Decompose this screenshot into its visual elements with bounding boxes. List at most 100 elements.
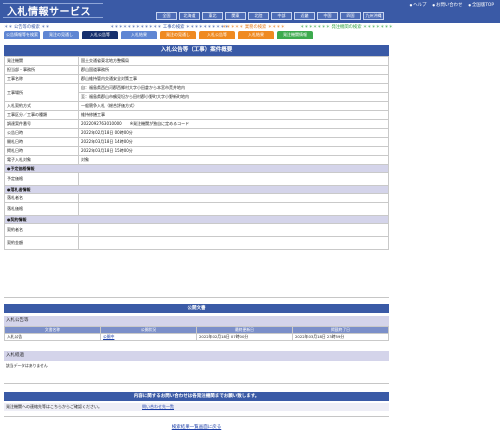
region-hokkaido[interactable]: 北海道 xyxy=(179,12,200,20)
region-tabs: 全国 北海道 東北 関東 北陸 中部 近畿 中国 四国 九州沖縄 xyxy=(156,12,384,20)
table-row: 開札日時 2022年03月18日 14時00分 xyxy=(4,137,389,147)
row-value: 対象 xyxy=(78,155,389,165)
row-label: 掲札日時 xyxy=(4,146,79,156)
section-header: ●契約情報 xyxy=(4,215,389,224)
row-label: 落札者名 xyxy=(4,193,79,203)
row-label: 工事場所 xyxy=(4,83,79,102)
row-label: 電子入札対象 xyxy=(4,155,79,165)
tab-agency-info[interactable]: 発注機関情報 xyxy=(277,31,313,39)
announcement-subhead: 入札公告等 xyxy=(4,316,389,326)
row-value: 一般競争入札（総合評価方式） xyxy=(78,101,389,111)
case-summary: 入札公告等（工事）案件概要 発注機関 国土交通省東北地方整備局 担当部・事務所 … xyxy=(4,45,389,250)
row-value xyxy=(78,172,389,186)
tab-service-result[interactable]: 入札結果 xyxy=(238,31,274,39)
section-contract: ●契約情報 xyxy=(4,215,389,224)
doc-status-cell: 公開中 xyxy=(100,333,197,341)
table-row: 掲札日時 2022年03月18日 15時00分 xyxy=(4,146,389,156)
region-kanto[interactable]: 関東 xyxy=(225,12,246,20)
table-row: 落札者名 xyxy=(4,193,389,203)
region-chubu[interactable]: 中部 xyxy=(271,12,292,20)
contact-row: 発注機関への連絡先等はこちらからご確認ください。 問い合わせ先一覧 xyxy=(4,403,389,411)
back-to-results-link[interactable]: 検索結果一覧画面に戻る xyxy=(4,424,389,430)
doc-name: 入札公告 xyxy=(4,333,101,341)
site-logo[interactable]: 入札情報サービス xyxy=(3,3,103,18)
documents-table: 文書名称 公開状況 最終更新日 掲載終了日 入札公告 公開中 2022年02月1… xyxy=(4,326,389,341)
national-top-link[interactable]: 全国版TOP xyxy=(468,2,494,8)
col-header: 公開状況 xyxy=(100,326,197,334)
region-tohoku[interactable]: 東北 xyxy=(202,12,223,20)
section-schedule-price: ●予定価格情報 xyxy=(4,164,389,173)
tab-construction-result[interactable]: 入札結果 xyxy=(121,31,157,39)
row-label: 予定価格 xyxy=(4,172,79,186)
row-value xyxy=(78,236,389,250)
section-header: ●予定価格情報 xyxy=(4,164,389,173)
divider xyxy=(4,416,389,417)
table-row: 担当部・事務所 郡山国道事務所 xyxy=(4,65,389,75)
tab-service-forecast[interactable]: 発注の見通し xyxy=(160,31,196,39)
region-shikoku[interactable]: 四国 xyxy=(340,12,361,20)
tab-service-notice[interactable]: 入札公告等 xyxy=(199,31,235,39)
row-value: 郡山国道事務所 xyxy=(78,65,389,75)
row-label: 担当部・事務所 xyxy=(4,65,79,75)
row-label: 発注機関 xyxy=(4,56,79,66)
table-row: 入札公告 公開中 2022年02月18日 07時00分 2022年03月18日 … xyxy=(4,333,389,341)
row-label: 入札契約方式 xyxy=(4,101,79,111)
section-header: ●落札者情報 xyxy=(4,185,389,194)
no-data-text: 該当データはありません xyxy=(6,363,48,368)
category-agency-search: ＊＊＊＊＊＊＊ 発注機関の検索 ＊＊＊＊＊＊＊ xyxy=(300,25,393,30)
table-row: 電子入札対象 対象 xyxy=(4,155,389,165)
doc-status-link[interactable]: 公開中 xyxy=(103,335,114,340)
row-value: 郡山維持管内交通安全対策工事 xyxy=(78,74,389,84)
documents-table-header: 文書名称 公開状況 最終更新日 掲載終了日 xyxy=(4,326,389,334)
category-construction-search: ＊＊＊＊＊＊＊＊＊＊＊＊ 工事の検索 ＊＊＊＊＊＊＊＊＊＊ xyxy=(110,25,229,30)
col-header: 掲載終了日 xyxy=(292,326,389,334)
row-value: 自：福島県西白河郡西郷村大字小田倉から本宮市荒井地内 xyxy=(78,83,389,93)
row-value: 国土交通省東北地方整備局 xyxy=(78,56,389,66)
public-documents: 公開文書 入札公告等 文書名称 公開状況 最終更新日 掲載終了日 入札公告 公開… xyxy=(4,304,389,369)
nav-tabs: 公告情報等を検索 発注の見通し 入札公告等 入札結果 発注の見通し 入札公告等 … xyxy=(4,31,313,39)
region-hokuriku[interactable]: 北陸 xyxy=(248,12,269,20)
region-national[interactable]: 全国 xyxy=(156,12,177,20)
row-value xyxy=(78,193,389,203)
case-summary-table: 発注機関 国土交通省東北地方整備局 担当部・事務所 郡山国道事務所 工事名称 郡… xyxy=(4,56,389,250)
category-service-search: ＊＊＊＊＊ 業務の検索 ＊＊＊＊ xyxy=(222,25,285,30)
row-value: 2022年03月18日 14時00分 xyxy=(78,137,389,147)
tab-notice-search[interactable]: 公告情報等を検索 xyxy=(4,31,40,39)
help-link[interactable]: ヘルプ xyxy=(410,2,426,8)
row-label: 工事名称 xyxy=(4,74,79,84)
table-row: 落札価格 xyxy=(4,202,389,216)
public-documents-title: 公開文書 xyxy=(4,304,389,313)
contact-link-top[interactable]: お問い合わせ xyxy=(432,2,462,8)
row-value-2: 至：福島県郡山市鶴見坦から田村郡小野町大字小野新町地内 xyxy=(78,92,389,102)
region-kinki[interactable]: 近畿 xyxy=(294,12,315,20)
tab-construction-forecast[interactable]: 発注の見通し xyxy=(43,31,79,39)
table-row: 契約者名 xyxy=(4,223,389,237)
divider xyxy=(4,383,389,384)
tab-construction-notice[interactable]: 入札公告等 xyxy=(82,31,118,39)
bid-progress-subhead: 入札経過 xyxy=(4,351,389,361)
top-links: ヘルプ お問い合わせ 全国版TOP xyxy=(410,2,494,8)
row-label: 契約者名 xyxy=(4,223,79,237)
row-value xyxy=(78,202,389,216)
region-kyushu-okinawa[interactable]: 九州沖縄 xyxy=(363,12,384,20)
doc-end: 2022年03月18日 23時59分 xyxy=(292,333,389,341)
divider xyxy=(4,297,389,298)
doc-updated: 2022年02月18日 07時00分 xyxy=(196,333,293,341)
table-row: 予定価格 xyxy=(4,172,389,186)
col-header: 最終更新日 xyxy=(196,326,293,334)
contact-notice-bar: 内容に関するお問い合わせは各発注機関までお願い致します。 xyxy=(4,392,389,401)
region-chugoku[interactable]: 中国 xyxy=(317,12,338,20)
category-notice-search: ＊＊ 公告等の検索 ＊＊ xyxy=(4,25,50,30)
contact-list-link[interactable]: 問い合わせ先一覧 xyxy=(142,403,174,411)
table-row: 発注機関 国土交通省東北地方整備局 xyxy=(4,56,389,66)
row-label: 落札価格 xyxy=(4,202,79,216)
contact-text: 発注機関への連絡先等はこちらからご確認ください。 xyxy=(6,404,102,409)
table-row: 工事場所 自：福島県西白河郡西郷村大字小田倉から本宮市荒井地内 xyxy=(4,83,389,102)
table-row: 工事名称 郡山維持管内交通安全対策工事 xyxy=(4,74,389,84)
table-row: 入札契約方式 一般競争入札（総合評価方式） xyxy=(4,101,389,111)
col-header: 文書名称 xyxy=(4,326,101,334)
row-label: 調達案件番号 xyxy=(4,119,79,129)
category-bar: ＊＊ 公告等の検索 ＊＊ ＊＊＊＊＊＊＊＊＊＊＊＊ 工事の検索 ＊＊＊＊＊＊＊＊… xyxy=(0,23,500,31)
row-label: 工事区分／工事の種類 xyxy=(4,110,79,120)
row-label: 開札日時 xyxy=(4,137,79,147)
